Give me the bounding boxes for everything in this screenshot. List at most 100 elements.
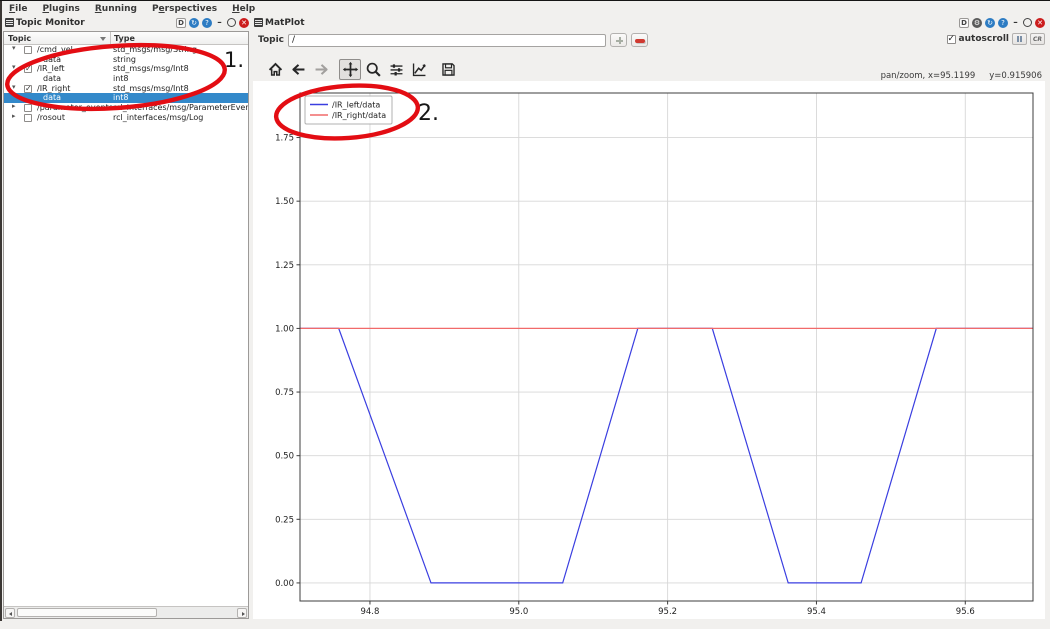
horizontal-scrollbar[interactable] (4, 606, 248, 618)
scroll-right-icon[interactable] (237, 608, 247, 618)
topic-row-parameter_events[interactable]: ▸/parameter_eventsrcl_interfaces/msg/Par… (4, 103, 248, 113)
expander-icon[interactable]: ▸ (12, 102, 16, 110)
topic-checkbox[interactable] (24, 104, 32, 112)
close-icon[interactable]: ✕ (239, 18, 249, 28)
scroll-left-icon[interactable] (5, 608, 15, 618)
reload-icon[interactable]: ↻ (985, 18, 995, 28)
menu-plugins[interactable]: Plugins (42, 4, 79, 14)
topic-row-rosout[interactable]: ▸/rosoutrcl_interfaces/msg/Log (4, 113, 248, 123)
topic-row-cmd_vel[interactable]: ▾ /cmd_vel std_msgs/msg/String (4, 45, 248, 55)
topic-checkbox[interactable] (24, 65, 32, 73)
topic-monitor-titlebar: Topic Monitor D ↻ ? – ✕ (2, 15, 252, 30)
column-header-topic-label: Topic (8, 34, 31, 43)
column-header-type[interactable]: Type (111, 32, 248, 44)
topic-field-row[interactable]: datastring (4, 55, 248, 65)
home-button[interactable] (264, 59, 286, 80)
topic-type: std_msgs/msg/Int8 (113, 84, 189, 94)
pan-button[interactable] (339, 59, 361, 80)
reload-icon[interactable]: ↻ (189, 18, 199, 28)
minimize-button[interactable]: – (215, 18, 224, 28)
tick-label-y: 1.50 (275, 197, 294, 207)
forward-button[interactable] (310, 59, 332, 80)
settings-gear-icon[interactable]: ⚙ (972, 18, 982, 28)
close-icon[interactable]: ✕ (1035, 18, 1045, 28)
menu-bar: File Plugins Running Perspectives Help (2, 2, 1050, 15)
pan-icon (342, 61, 359, 78)
pause-icon (1017, 36, 1023, 42)
plus-icon (616, 37, 623, 44)
menu-perspectives[interactable]: Perspectives (152, 4, 217, 14)
save-button[interactable] (437, 59, 459, 80)
topic-input[interactable] (288, 34, 606, 47)
matplot-icon (254, 18, 263, 27)
add-topic-button[interactable] (610, 33, 627, 47)
menu-file[interactable]: File (9, 4, 27, 14)
tick-label-x: 95.0 (509, 607, 528, 617)
magnifier-icon (365, 61, 382, 78)
matplot-title: MatPlot (265, 18, 305, 28)
topic-checkbox[interactable] (24, 46, 32, 54)
legend-label-1: /IR_right/data (332, 111, 386, 120)
topic-input-row: Topic autoscroll CR (252, 31, 1050, 49)
tick-label-x: 94.8 (360, 607, 379, 617)
remove-topic-button[interactable] (631, 33, 648, 47)
sliders-icon (388, 61, 405, 78)
pause-button[interactable] (1012, 33, 1027, 45)
topic-row-IR_right[interactable]: ▾ /IR_right std_msgs/msg/Int8 (4, 84, 248, 94)
tick-label-x: 95.2 (658, 607, 677, 617)
clear-button[interactable]: CR (1030, 33, 1045, 45)
floppy-save-icon (440, 61, 457, 78)
scrollbar-thumb[interactable] (17, 608, 157, 617)
expander-icon[interactable]: ▾ (12, 63, 16, 71)
help-icon[interactable]: ? (998, 18, 1008, 28)
topic-name: /IR_right (37, 84, 70, 94)
tick-label-y: 1.75 (275, 134, 294, 144)
topic-type: int8 (113, 74, 129, 84)
topic-type: rcl_interfaces/msg/Log (113, 113, 203, 123)
tick-label-y: 0.50 (275, 452, 294, 462)
topic-tree: ▾/cmd_velstd_msgs/msg/Stringdatastring▾/… (4, 45, 248, 606)
subplots-config-button[interactable] (385, 59, 407, 80)
topic-type: std_msgs/msg/String (113, 45, 197, 55)
topic-monitor-title: Topic Monitor (16, 18, 85, 28)
topic-field-row[interactable]: dataint8 (4, 93, 248, 103)
expander-icon[interactable]: ▾ (12, 83, 16, 91)
topic-monitor-controls: D ↻ ? – ✕ (176, 18, 249, 28)
status-y-value: y=0.915906 (989, 71, 1042, 81)
minimize-button[interactable]: – (1011, 18, 1020, 28)
back-button[interactable] (287, 59, 309, 80)
topic-monitor-panel: Topic Type ▾/cmd_velstd_msgs/msg/Stringd… (3, 31, 249, 619)
expander-icon[interactable]: ▸ (12, 112, 16, 120)
menu-running[interactable]: Running (95, 4, 137, 14)
dock-button[interactable]: D (176, 18, 186, 28)
topic-name: /IR_left (37, 64, 65, 74)
matplot-panel: Topic autoscroll CR (252, 31, 1050, 619)
topic-name: data (43, 74, 61, 84)
plot-figure[interactable]: 94.895.095.295.495.60.000.250.500.751.00… (253, 81, 1045, 619)
topic-type: int8 (113, 93, 129, 103)
topic-row-IR_left[interactable]: ▾ /IR_left std_msgs/msg/Int8 (4, 64, 248, 74)
tick-label-y: 0.25 (275, 515, 294, 525)
legend: /IR_left/data/IR_right/data (305, 96, 392, 124)
matplot-controls: D ⚙ ↻ ? – ✕ (959, 18, 1045, 28)
menu-help[interactable]: Help (232, 4, 255, 14)
topic-name: /cmd_vel (37, 45, 73, 55)
topic-checkbox[interactable] (24, 85, 32, 93)
expander-icon[interactable]: ▾ (12, 45, 16, 52)
topic-type: std_msgs/msg/Int8 (113, 64, 189, 74)
help-icon[interactable]: ? (202, 18, 212, 28)
matplot-titlebar: MatPlot D ⚙ ↻ ? – ✕ (252, 15, 1050, 30)
dock-button[interactable]: D (959, 18, 969, 28)
column-header-topic[interactable]: Topic (4, 32, 111, 44)
axes-config-button[interactable] (408, 59, 430, 80)
line-chart[interactable]: 94.895.095.295.495.60.000.250.500.751.00… (253, 81, 1045, 619)
topic-field-row[interactable]: data int8 (4, 74, 248, 84)
tree-header: Topic Type (4, 32, 248, 45)
autoscroll-checkbox[interactable] (947, 35, 956, 44)
tick-label-y: 0.00 (275, 579, 294, 589)
undock-button[interactable] (227, 18, 236, 27)
topic-checkbox[interactable] (24, 114, 32, 122)
autoscroll-label: autoscroll (959, 34, 1009, 44)
undock-button[interactable] (1023, 18, 1032, 27)
zoom-rect-button[interactable] (362, 59, 384, 80)
